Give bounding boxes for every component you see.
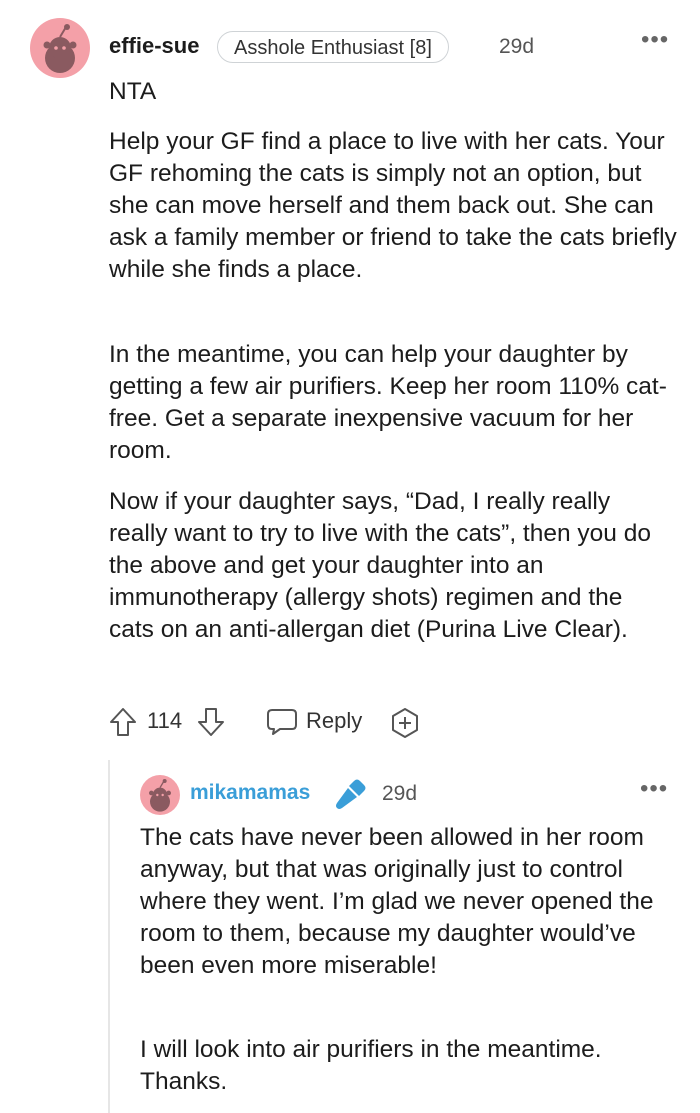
snoo-avatar-icon (43, 24, 77, 73)
reply-timestamp: 29d (382, 782, 418, 805)
award-button[interactable] (389, 707, 421, 739)
reply-button[interactable]: Reply (266, 704, 362, 738)
avatar[interactable] (140, 775, 180, 815)
more-options-button[interactable]: ••• (640, 777, 668, 801)
comment-verdict: NTA (109, 78, 157, 105)
thread-collapse-line[interactable] (108, 760, 110, 1113)
reply-paragraph-text: I will look into air purifiers in the me… (140, 1036, 602, 1095)
upvote-arrow-icon (110, 708, 136, 736)
op-badge (334, 777, 368, 811)
microphone-icon (336, 779, 366, 809)
reply-paragraph: I will look into air purifiers in the me… (140, 1034, 680, 1098)
comment-paragraph: In the meantime, you can help your daugh… (109, 339, 669, 467)
award-plus-icon (392, 708, 418, 738)
snoo-avatar-icon (149, 779, 171, 812)
reply-paragraph: The cats have never been allowed in her … (140, 822, 680, 982)
comment-paragraph: Help your GF find a place to live with h… (109, 126, 679, 286)
comment-paragraph-text: In the meantime, you can help your daugh… (109, 341, 667, 464)
comment-paragraph-text: Help your GF find a place to live with h… (109, 128, 677, 283)
downvote-arrow-icon (198, 708, 224, 736)
comment-paragraph: Now if your daughter says, “Dad, I reall… (109, 486, 674, 646)
vote-score: 114 (147, 708, 183, 733)
avatar[interactable] (30, 18, 90, 78)
comment-timestamp: 29d (499, 35, 535, 58)
speech-bubble-icon (267, 709, 297, 735)
more-options-button[interactable]: ••• (641, 28, 669, 52)
reply-username[interactable]: mikamamas (190, 781, 310, 805)
comment-paragraph-text: Now if your daughter says, “Dad, I reall… (109, 488, 651, 643)
reply-paragraph-text: The cats have never been allowed in her … (140, 824, 654, 979)
comment-username[interactable]: effie-sue (109, 33, 199, 59)
upvote-button[interactable] (108, 706, 138, 738)
downvote-button[interactable] (196, 706, 226, 738)
user-flair: Asshole Enthusiast [8] (217, 31, 449, 63)
reply-label: Reply (306, 708, 363, 733)
